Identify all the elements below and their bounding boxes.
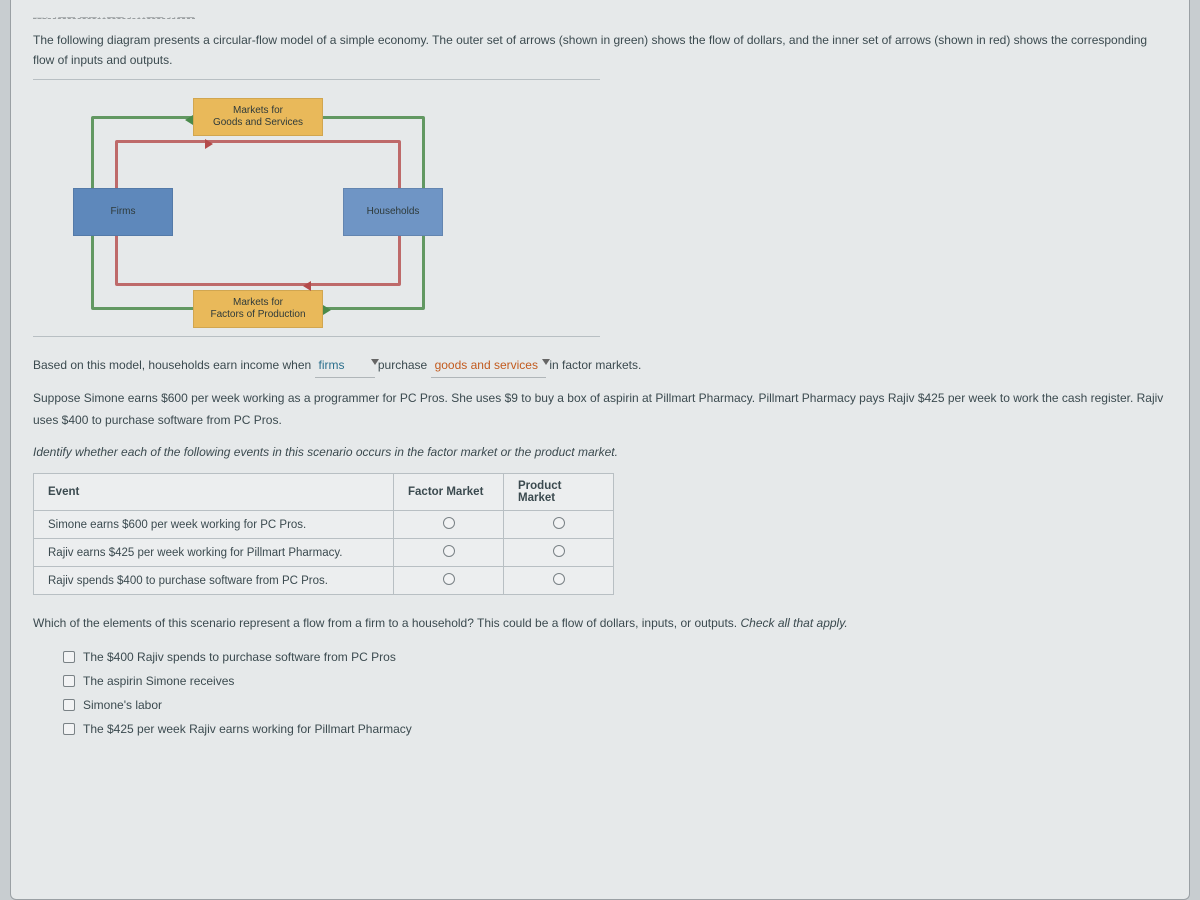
chevron-down-icon [542,359,550,365]
radio-product[interactable] [553,517,565,529]
list-item: Simone's labor [63,693,1167,717]
radio-factor[interactable] [443,517,455,529]
events-table: Event Factor Market Product Market Simon… [33,473,614,595]
arrowhead-icon [205,139,213,149]
option-label: The aspirin Simone receives [83,674,234,688]
option-label: The $425 per week Rajiv earns working fo… [83,722,412,736]
event-cell: Rajiv earns $425 per week working for Pi… [34,539,394,567]
checkbox[interactable] [63,699,75,711]
sentence-post: in factor markets. [549,358,641,372]
radio-factor[interactable] [443,573,455,585]
radio-factor[interactable] [443,545,455,557]
col-factor: Factor Market [394,474,504,511]
checkbox[interactable] [63,723,75,735]
option-label: Simone's labor [83,698,162,712]
households-box: Households [343,188,443,236]
circular-flow-diagram: Markets for Goods and Services Firms Hou… [73,98,443,328]
dropdown-firms[interactable]: firms [315,355,375,379]
divider [33,336,600,337]
factor-market-box: Markets for Factors of Production [193,290,323,328]
table-row: Rajiv earns $425 per week working for Pi… [34,539,614,567]
intro-paragraph: The following diagram presents a circula… [33,30,1167,71]
households-label: Households [367,206,420,218]
firms-label: Firms [111,206,136,218]
radio-product[interactable] [553,573,565,585]
firms-box: Firms [73,188,173,236]
checkbox[interactable] [63,651,75,663]
header-fragment: —· ·── ──··── · ··── ··── [33,12,1167,24]
factor-market-label: Markets for Factors of Production [210,297,305,321]
list-item: The $425 per week Rajiv earns working fo… [63,717,1167,741]
divider [33,79,600,80]
dropdown-firms-value: firms [319,358,345,372]
fill-in-sentence: Based on this model, households earn inc… [33,355,1167,379]
list-item: The aspirin Simone receives [63,669,1167,693]
arrowhead-icon [323,305,331,315]
dropdown-goods-services[interactable]: goods and services [431,355,546,379]
final-question: Which of the elements of this scenario r… [33,613,1167,635]
list-item: The $400 Rajiv spends to purchase softwa… [63,645,1167,669]
radio-product[interactable] [553,545,565,557]
goods-market-box: Markets for Goods and Services [193,98,323,136]
worksheet-page: —· ·── ──··── · ··── ··── The following … [10,0,1190,900]
arrowhead-icon [303,281,311,291]
arrowhead-icon [185,115,193,125]
final-question-italic: Check all that apply. [740,616,847,630]
col-event: Event [34,474,394,511]
dropdown-goods-value: goods and services [435,358,538,372]
col-product: Product Market [504,474,614,511]
checkbox-list: The $400 Rajiv spends to purchase softwa… [63,645,1167,741]
option-label: The $400 Rajiv spends to purchase softwa… [83,650,396,664]
table-header-row: Event Factor Market Product Market [34,474,614,511]
event-cell: Simone earns $600 per week working for P… [34,511,394,539]
event-cell: Rajiv spends $400 to purchase software f… [34,567,394,595]
final-question-text: Which of the elements of this scenario r… [33,616,740,630]
scenario-paragraph: Suppose Simone earns $600 per week worki… [33,388,1167,431]
table-prompt: Identify whether each of the following e… [33,442,1167,464]
sentence-pre: Based on this model, households earn inc… [33,358,315,372]
goods-market-label: Markets for Goods and Services [213,105,303,129]
table-row: Rajiv spends $400 to purchase software f… [34,567,614,595]
chevron-down-icon [371,359,379,365]
table-row: Simone earns $600 per week working for P… [34,511,614,539]
sentence-mid: purchase [378,358,431,372]
checkbox[interactable] [63,675,75,687]
